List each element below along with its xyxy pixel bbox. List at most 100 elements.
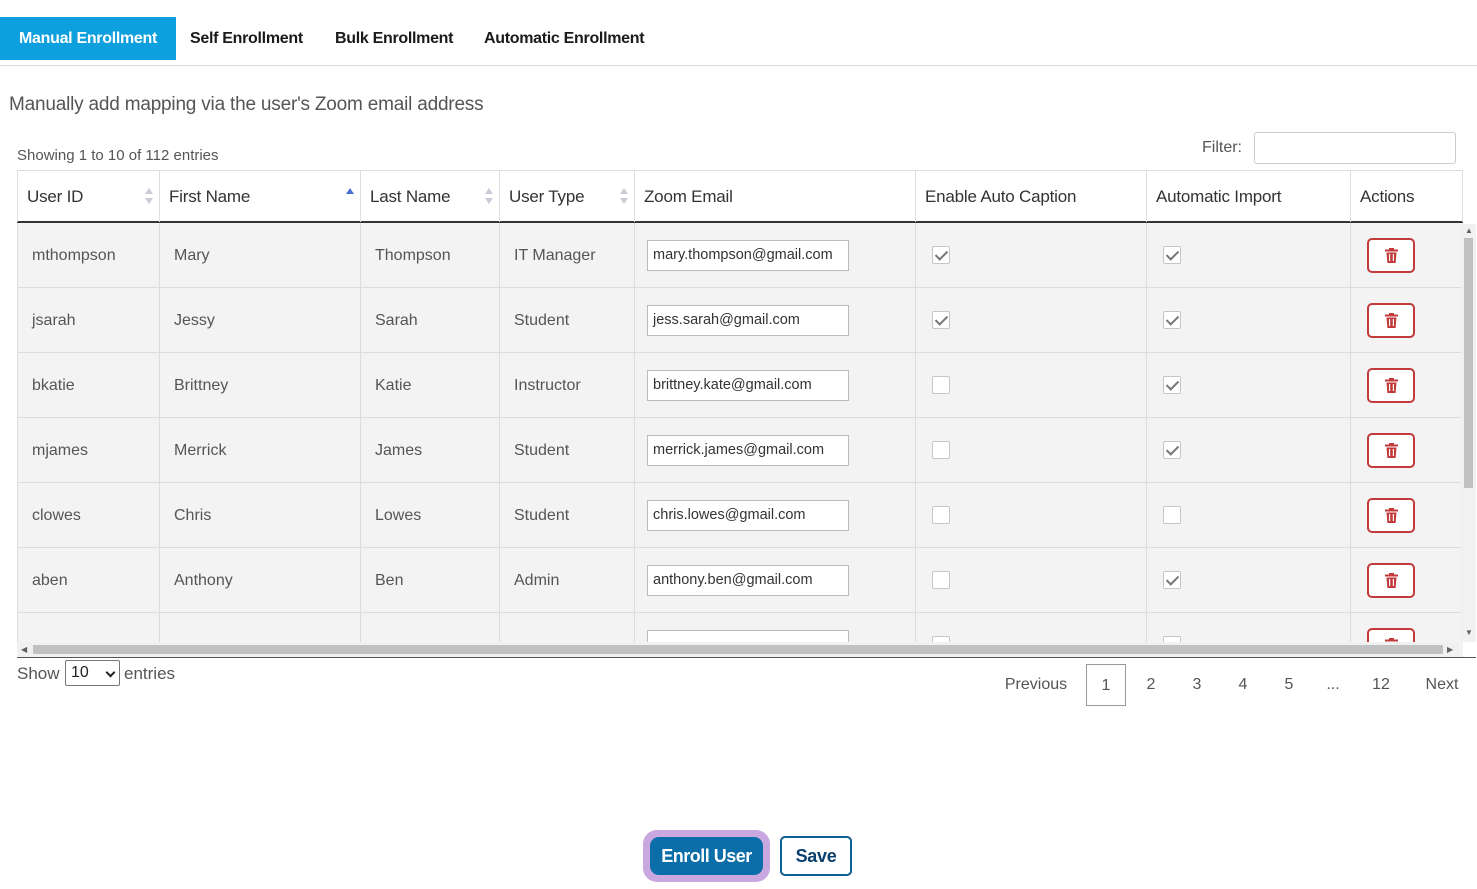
cell-last-name: Sarah: [360, 288, 499, 353]
delete-row-button[interactable]: [1367, 368, 1415, 403]
column-header-user-type[interactable]: User Type: [499, 171, 634, 222]
pagination-page-12[interactable]: 12: [1364, 664, 1398, 706]
tab-manual-enrollment[interactable]: Manual Enrollment: [0, 17, 177, 60]
cell-user-type: Admin: [499, 548, 634, 613]
cell-actions: [1350, 548, 1463, 613]
table-row: mthompson Mary Thompson IT Manager mary.thom…: [17, 223, 1463, 288]
enable-auto-caption-checkbox[interactable]: [932, 311, 950, 329]
filter-input[interactable]: [1254, 132, 1456, 164]
cell-automatic-import: [1146, 483, 1350, 548]
cell-user-type: Student: [499, 288, 634, 353]
cell-automatic-import: [1146, 288, 1350, 353]
cell-last-name: Thompson: [360, 223, 499, 288]
cell-user-type: Student: [499, 418, 634, 483]
trash-icon: [1384, 573, 1398, 588]
automatic-import-checkbox[interactable]: [1163, 311, 1181, 329]
cell-user-id: mjames: [17, 418, 159, 483]
cell-last-name: Lowes: [360, 483, 499, 548]
trash-icon: [1384, 248, 1398, 263]
column-header-last-name[interactable]: Last Name: [360, 171, 499, 222]
automatic-import-checkbox[interactable]: [1163, 441, 1181, 459]
delete-row-button[interactable]: [1367, 563, 1415, 598]
pagination-page-3[interactable]: 3: [1182, 664, 1212, 706]
zoom-email-input[interactable]: mary.thompson@gmail.com: [647, 240, 849, 271]
cell-zoom-email: anthony.ben@gmail.com: [634, 548, 915, 613]
scroll-up-icon[interactable]: ▲: [1465, 226, 1473, 235]
table-row: aben Anthony Ben Admin anthony.ben@gmail.com: [17, 548, 1463, 613]
zoom-email-input[interactable]: anthony.ben@gmail.com: [647, 565, 849, 596]
cell-zoom-email: jess.sarah@gmail.com: [634, 288, 915, 353]
pagination-page-5[interactable]: 5: [1274, 664, 1304, 706]
column-header-first-name[interactable]: First Name: [159, 171, 360, 222]
cell-first-name: Chris: [159, 483, 360, 548]
enable-auto-caption-checkbox[interactable]: [932, 376, 950, 394]
cell-user-id: jsarah: [17, 288, 159, 353]
filter-label: Filter:: [1202, 139, 1242, 156]
scroll-down-icon[interactable]: ▼: [1465, 628, 1473, 637]
cell-automatic-import: [1146, 548, 1350, 613]
tab-automatic-enrollment[interactable]: Automatic Enrollment: [484, 17, 645, 60]
cell-first-name: Jessy: [159, 288, 360, 353]
automatic-import-checkbox[interactable]: [1163, 376, 1181, 394]
column-header-automatic-import: Automatic Import: [1146, 171, 1350, 222]
horizontal-scroll-thumb[interactable]: [33, 645, 1443, 654]
column-header-label: User ID: [27, 187, 84, 206]
cell-enable-auto-caption: [915, 418, 1146, 483]
save-button[interactable]: Save: [780, 836, 852, 876]
cell-user-type: Instructor: [499, 353, 634, 418]
cell-user-id: aben: [17, 548, 159, 613]
automatic-import-checkbox[interactable]: [1163, 506, 1181, 524]
tab-bulk-enrollment[interactable]: Bulk Enrollment: [335, 17, 453, 60]
enroll-user-button[interactable]: Enroll User: [650, 837, 763, 875]
zoom-email-input[interactable]: brittney.kate@gmail.com: [647, 370, 849, 401]
column-header-label: First Name: [169, 187, 251, 206]
vertical-scroll-thumb[interactable]: [1464, 238, 1473, 488]
entries-per-page-select[interactable]: 10: [65, 660, 120, 686]
delete-row-button[interactable]: [1367, 238, 1415, 273]
enable-auto-caption-checkbox[interactable]: [932, 246, 950, 264]
pagination-page-1[interactable]: 1: [1086, 664, 1126, 706]
enable-auto-caption-checkbox[interactable]: [932, 571, 950, 589]
column-header-label: Last Name: [370, 187, 451, 206]
chevron-down-icon: [105, 667, 116, 678]
column-header-user-id[interactable]: User ID: [17, 171, 159, 222]
pagination-previous[interactable]: Previous: [1000, 664, 1072, 706]
cell-user-type: IT Manager: [499, 223, 634, 288]
enable-auto-caption-checkbox[interactable]: [932, 506, 950, 524]
cell-zoom-email: merrick.james@gmail.com: [634, 418, 915, 483]
cell-last-name: Ben: [360, 548, 499, 613]
zoom-email-input[interactable]: jess.sarah@gmail.com: [647, 305, 849, 336]
sort-ascending-icon: [346, 188, 354, 206]
delete-row-button[interactable]: [1367, 303, 1415, 338]
scroll-right-icon[interactable]: ▶: [1447, 645, 1453, 654]
column-header-zoom-email: Zoom Email: [634, 171, 915, 222]
users-table: User ID First Name Last Name User Type Z…: [17, 170, 1476, 658]
cell-zoom-email: chris.lowes@gmail.com: [634, 483, 915, 548]
zoom-email-input[interactable]: chris.lowes@gmail.com: [647, 500, 849, 531]
automatic-import-checkbox[interactable]: [1163, 246, 1181, 264]
vertical-scrollbar[interactable]: ▲ ▼: [1461, 224, 1476, 642]
delete-row-button[interactable]: [1367, 498, 1415, 533]
tab-self-enrollment[interactable]: Self Enrollment: [190, 17, 303, 60]
table-row: mjames Merrick James Student merrick.james@g…: [17, 418, 1463, 483]
sort-both-icon: [620, 188, 628, 206]
pagination-page-2[interactable]: 2: [1136, 664, 1166, 706]
zoom-email-input[interactable]: merrick.james@gmail.com: [647, 435, 849, 466]
enable-auto-caption-checkbox[interactable]: [932, 441, 950, 459]
trash-icon: [1384, 313, 1398, 328]
pagination-next[interactable]: Next: [1420, 664, 1464, 706]
automatic-import-checkbox[interactable]: [1163, 571, 1181, 589]
page-subtitle: Manually add mapping via the user's Zoom…: [9, 94, 484, 115]
cell-automatic-import: [1146, 353, 1350, 418]
horizontal-scrollbar[interactable]: ◀ ▶: [17, 642, 1459, 657]
pagination-page-4[interactable]: 4: [1228, 664, 1258, 706]
delete-row-button[interactable]: [1367, 433, 1415, 468]
cell-actions: [1350, 353, 1463, 418]
column-header-enable-auto-caption: Enable Auto Caption: [915, 171, 1146, 222]
cell-automatic-import: [1146, 223, 1350, 288]
scroll-left-icon[interactable]: ◀: [21, 645, 27, 654]
table-row: bkatie Brittney Katie Instructor brittney.ka…: [17, 353, 1463, 418]
cell-last-name: Katie: [360, 353, 499, 418]
column-header-label: User Type: [509, 187, 585, 206]
show-label: Show: [17, 664, 60, 683]
